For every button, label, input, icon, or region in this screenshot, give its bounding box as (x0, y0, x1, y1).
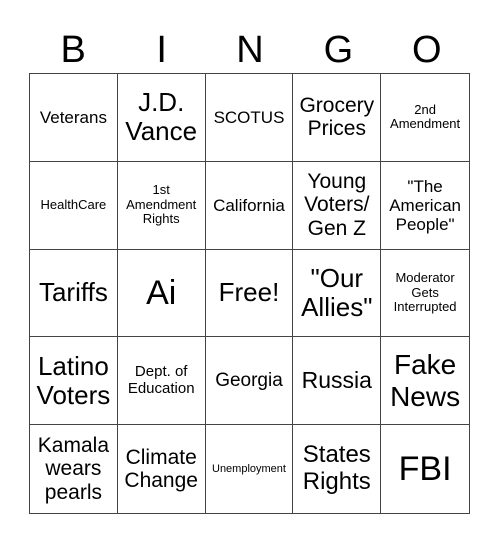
cell-label: California (213, 195, 285, 215)
bingo-cell-r4c3[interactable]: Georgia (205, 337, 294, 426)
header-letter-g: G (323, 29, 354, 71)
bingo-cell-r4c4[interactable]: Russia (293, 337, 382, 426)
bingo-cell-r2c1[interactable]: HealthCare (30, 161, 118, 250)
bingo-cell-r1c5[interactable]: 2nd Amendment (381, 74, 469, 162)
bingo-cell-r4c2[interactable]: Dept. of Education (117, 337, 206, 426)
bingo-cell-r3c5[interactable]: Moderator Gets Interrupted (381, 250, 469, 338)
bingo-cell-r1c1[interactable]: Veterans (30, 74, 118, 162)
cell-label: Climate Change (124, 445, 198, 493)
cell-label: States Rights (302, 441, 371, 496)
bingo-cell-r2c2[interactable]: 1st Amendment Rights (117, 161, 206, 250)
cell-label: Tariffs (38, 277, 108, 308)
cell-label: "Our Allies" (301, 262, 373, 322)
cell-label: Kamala wears pearls (37, 433, 109, 504)
bingo-cell-r1c3[interactable]: SCOTUS (205, 74, 294, 162)
bingo-cell-r5c1[interactable]: Kamala wears pearls (30, 425, 118, 513)
cell-label: FBI (398, 450, 452, 489)
bingo-cell-r5c3[interactable]: Unemployment (206, 425, 294, 513)
cell-label: HealthCare (40, 196, 107, 212)
cell-label: Fake News (390, 349, 461, 412)
cell-label: 2nd Amendment (390, 101, 461, 132)
cell-label: Georgia (215, 370, 283, 392)
bingo-cell-r5c5[interactable]: FBI (381, 425, 469, 513)
bingo-cell-r2c4[interactable]: Young Voters/ Gen Z (293, 161, 382, 250)
header-letter-n: N (236, 29, 264, 71)
cell-label: Dept. of Education (127, 362, 195, 397)
cell-label: Moderator Gets Interrupted (393, 270, 457, 315)
bingo-grid: Veterans J.D. Vance SCOTUS Grocery Price… (29, 73, 470, 514)
bingo-header: B I N G O (29, 28, 471, 72)
bingo-cell-r4c5[interactable]: Fake News (381, 337, 469, 426)
bingo-cell-r3c2[interactable]: Ai (117, 249, 206, 338)
bingo-cell-r5c4[interactable]: States Rights (293, 425, 382, 513)
cell-label: Ai (146, 273, 177, 312)
bingo-cell-r5c2[interactable]: Climate Change (118, 425, 206, 513)
bingo-free-space[interactable]: Free! (205, 249, 294, 338)
cell-label: Latino Voters (36, 350, 111, 410)
bingo-cell-r1c4[interactable]: Grocery Prices (293, 74, 382, 162)
cell-label: Veterans (39, 107, 107, 127)
cell-label: J.D. Vance (125, 87, 198, 147)
cell-label: Unemployment (212, 462, 286, 475)
cell-label: Grocery Prices (299, 93, 375, 141)
cell-label: "The American People" (389, 176, 461, 234)
cell-label: Russia (301, 366, 372, 393)
cell-label: Young Voters/ Gen Z (304, 169, 370, 240)
header-letter-i: I (156, 29, 167, 71)
bingo-cell-r1c2[interactable]: J.D. Vance (117, 74, 206, 162)
bingo-cell-r2c3[interactable]: California (205, 161, 294, 250)
bingo-cell-r4c1[interactable]: Latino Voters (30, 337, 118, 426)
cell-label: 1st Amendment Rights (126, 182, 197, 227)
bingo-cell-r3c4[interactable]: "Our Allies" (293, 249, 382, 338)
header-letter-o: O (412, 29, 442, 71)
header-letter-b: B (60, 29, 86, 71)
bingo-cell-r3c1[interactable]: Tariffs (30, 249, 118, 338)
bingo-cell-r2c5[interactable]: "The American People" (381, 162, 469, 250)
cell-label: SCOTUS (213, 107, 285, 127)
cell-label: Free! (218, 277, 280, 308)
